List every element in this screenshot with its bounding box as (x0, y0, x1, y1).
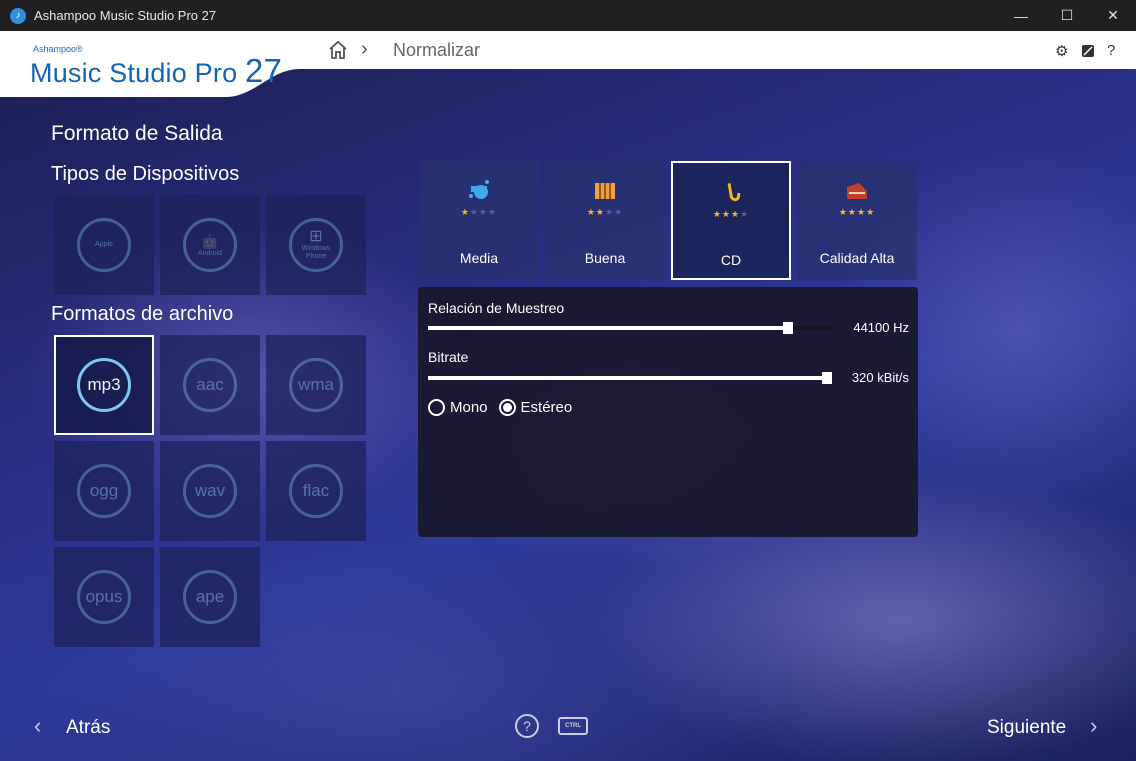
device-tile-apple[interactable]: Apple (54, 195, 154, 295)
stereo-label: Estéreo (520, 399, 573, 416)
quality-label: CD (720, 252, 742, 268)
quality-settings-panel: Relación de Muestreo 44100 Hz Bitrate 32… (418, 287, 918, 537)
gear-icon[interactable]: ⚙ (1055, 42, 1068, 60)
home-icon[interactable] (327, 39, 349, 61)
format-label: wav (183, 464, 237, 518)
quality-stars: ★★★★ (838, 207, 876, 217)
stereo-radio[interactable] (498, 399, 516, 416)
format-tile-ogg[interactable]: ogg (54, 441, 154, 541)
chevron-right-icon[interactable]: › (1090, 713, 1097, 739)
logo-version: 27 (245, 52, 283, 89)
format-tile-aac[interactable]: aac (160, 335, 260, 435)
windows-icon: ⊞ Windows Phone (289, 218, 343, 272)
format-label: flac (289, 464, 343, 518)
file-formats-title: Formatos de archivo (51, 303, 234, 325)
whistle-icon (469, 180, 489, 199)
chevron-right-icon: › (361, 38, 368, 60)
apple-icon: Apple (77, 218, 131, 272)
quality-stars: ★★★★ (460, 207, 498, 217)
bitrate-slider[interactable] (428, 372, 832, 384)
quality-stars: ★★★★ (586, 207, 624, 217)
format-label: ape (183, 570, 237, 624)
app-icon: ♪ (10, 7, 26, 24)
quality-label: Buena (584, 250, 626, 266)
android-icon: 🤖 Android (183, 218, 237, 272)
saxophone-icon (727, 183, 741, 202)
back-button[interactable]: Atrás (66, 717, 110, 739)
quality-label: Calidad Alta (819, 250, 895, 266)
bitrate-value: 320 kBit/s (851, 370, 909, 385)
bitrate-label: Bitrate (428, 349, 469, 365)
sample-rate-label: Relación de Muestreo (428, 300, 565, 316)
quality-tile-cd[interactable]: ★★★★ CD (671, 161, 791, 280)
xylophone-icon (595, 183, 615, 199)
window-title: Ashampoo Music Studio Pro 27 (34, 8, 217, 23)
format-label: wma (289, 358, 343, 412)
format-label: ogg (77, 464, 131, 518)
title-bar: ♪ Ashampoo Music Studio Pro 27 — ☐ ✕ (0, 0, 1136, 31)
next-button[interactable]: Siguiente (987, 717, 1066, 739)
quality-label: Media (459, 250, 499, 266)
minimize-button[interactable]: — (998, 0, 1044, 31)
mono-radio[interactable] (428, 399, 445, 416)
quality-tile-media[interactable]: ★★★★ Media (419, 161, 539, 280)
device-tile-windows-phone[interactable]: ⊞ Windows Phone (266, 195, 366, 295)
ctrl-key-icon[interactable]: CTRL (558, 717, 588, 735)
channel-options: Mono Estéreo (428, 399, 572, 416)
format-tile-flac[interactable]: flac (266, 441, 366, 541)
format-label: mp3 (77, 358, 131, 412)
close-button[interactable]: ✕ (1090, 0, 1136, 31)
slider-thumb[interactable] (783, 322, 793, 334)
sample-rate-value: 44100 Hz (853, 320, 909, 335)
device-types-title: Tipos de Dispositivos (51, 163, 240, 185)
format-tile-wma[interactable]: wma (266, 335, 366, 435)
quality-tile-calidad-alta[interactable]: ★★★★ Calidad Alta (797, 161, 917, 280)
skin-icon[interactable] (1081, 44, 1095, 58)
format-tile-wav[interactable]: wav (160, 441, 260, 541)
help-button-icon[interactable]: ? (515, 714, 539, 738)
maximize-button[interactable]: ☐ (1044, 0, 1090, 31)
breadcrumb: Normalizar (393, 40, 481, 60)
logo: Music Studio Pro 27 (30, 52, 282, 90)
app-header: Ashampoo® Music Studio Pro 27 › Normaliz… (0, 31, 1136, 100)
chevron-left-icon[interactable]: ‹ (34, 713, 41, 739)
slider-fill (428, 376, 827, 380)
sample-rate-slider[interactable] (428, 322, 832, 334)
format-tile-ape[interactable]: ape (160, 547, 260, 647)
format-label: aac (183, 358, 237, 412)
piano-icon (847, 183, 867, 199)
slider-fill (428, 326, 788, 330)
slider-thumb[interactable] (822, 372, 832, 384)
quality-tile-buena[interactable]: ★★★★ Buena (545, 161, 665, 280)
format-label: opus (77, 570, 131, 624)
help-icon[interactable]: ? (1107, 42, 1115, 59)
output-format-title: Formato de Salida (51, 122, 223, 145)
window-controls: — ☐ ✕ (998, 0, 1136, 31)
device-tile-android[interactable]: 🤖 Android (160, 195, 260, 295)
mono-label: Mono (450, 399, 488, 416)
format-tile-opus[interactable]: opus (54, 547, 154, 647)
format-tile-mp3[interactable]: mp3 (54, 335, 154, 435)
quality-stars: ★★★★ (712, 209, 750, 219)
logo-text: Music Studio Pro (30, 58, 238, 88)
